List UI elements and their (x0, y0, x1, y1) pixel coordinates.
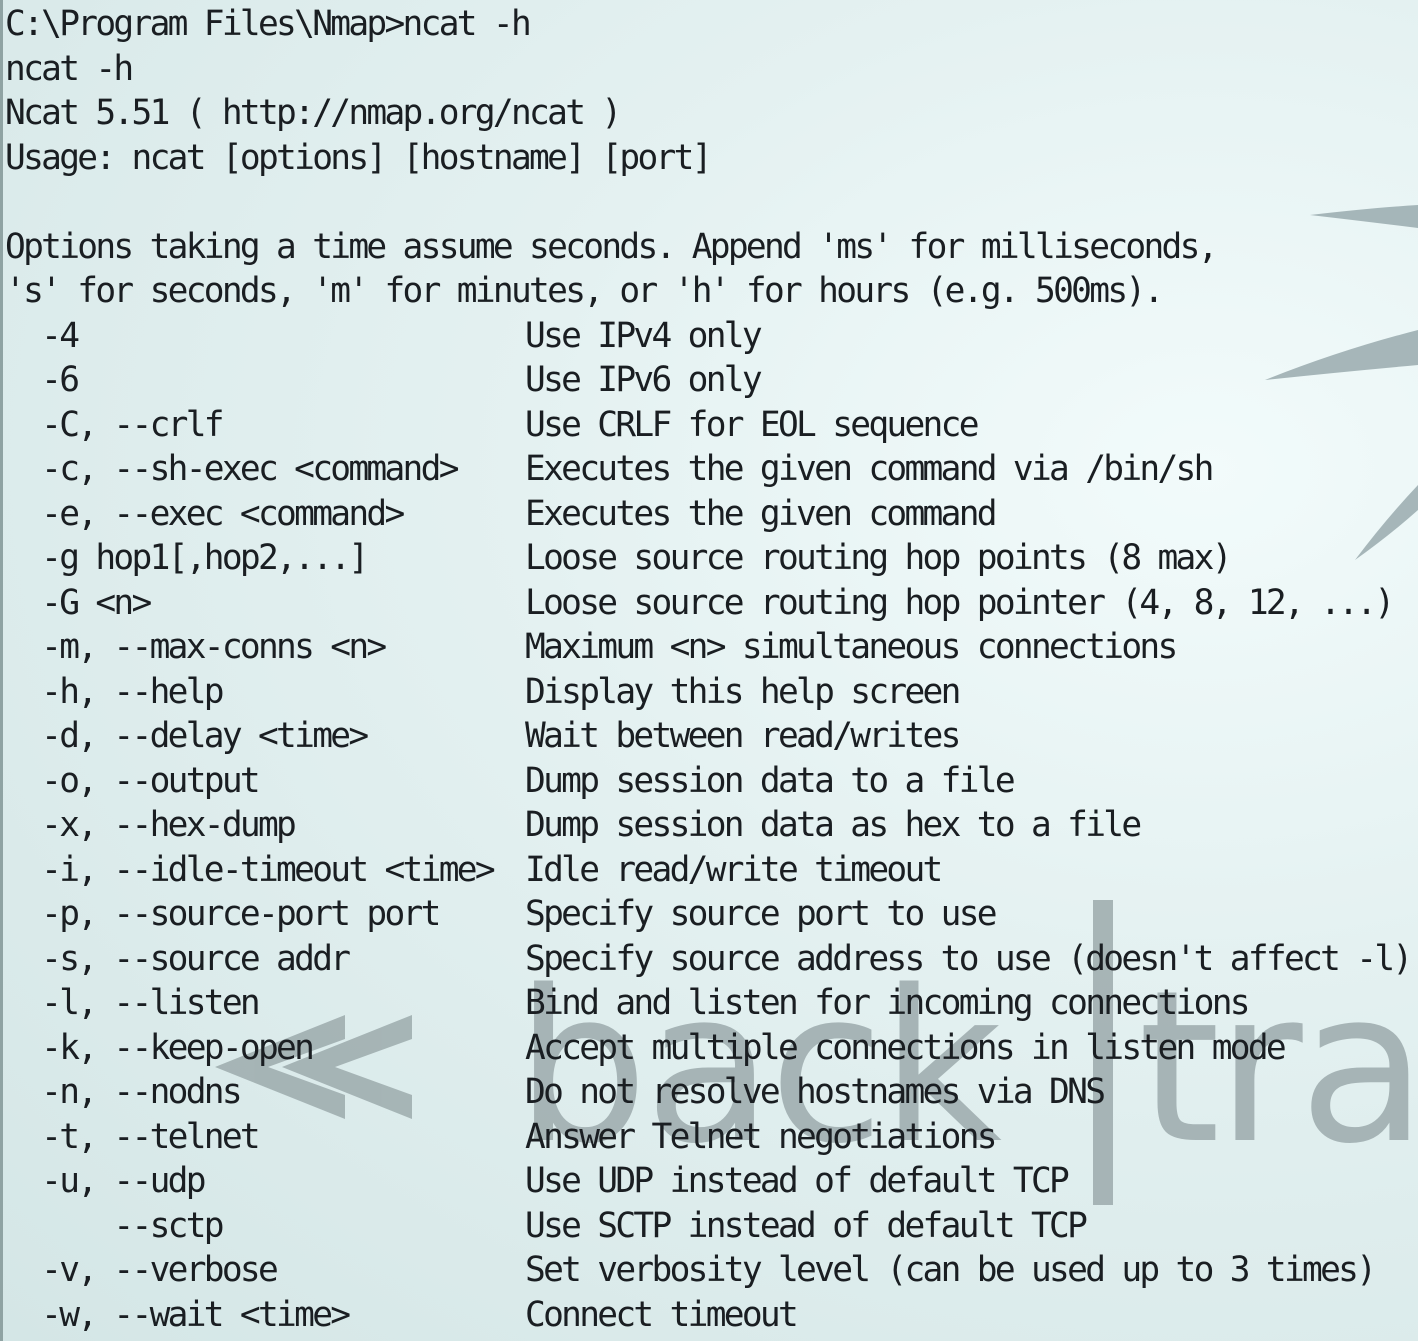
option-description: Specify source port to use (525, 894, 998, 934)
option-row-nodns: -n, --nodns Do not resolve hostnames via… (5, 1070, 1415, 1115)
option-description: Dump session data to a file (525, 760, 1016, 801)
option-row-telnet: -t, --telnet Answer Telnet negotiations (5, 1115, 1415, 1160)
option-description: Maximum <n> simultaneous connections (525, 627, 1178, 667)
option-row-sh-exec: -c, --sh-exec <command> Executes the giv… (5, 447, 1415, 492)
echoed-command-line: ncat -h (5, 48, 134, 89)
option-description: Use IPv4 only (525, 315, 763, 356)
option-row-ipv4: -4 Use IPv4 only (5, 314, 1415, 359)
option-row-listen: -l, --listen Bind and listen for incomin… (5, 981, 1415, 1026)
option-description: Executes the given command (525, 493, 998, 534)
option-row-ipv6: -6 Use IPv6 only (5, 358, 1415, 403)
option-flag: -l, --listen (5, 983, 261, 1023)
option-description: Bind and listen for incoming connections (525, 983, 1251, 1023)
option-flag: -G <n> (5, 582, 152, 623)
option-description: Accept multiple connections in listen mo… (525, 1027, 1287, 1068)
option-flag: -x, --hex-dump (5, 805, 297, 845)
option-flag: -w, --wait <time> (5, 1294, 351, 1335)
option-description: Use CRLF for EOL sequence (525, 404, 979, 445)
option-row-wait: -w, --wait <time> Connect timeout (5, 1293, 1415, 1338)
option-description: Idle read/write timeout (525, 849, 943, 890)
option-flag: -4 (5, 315, 80, 356)
option-description: Use SCTP instead of default TCP (525, 1205, 1088, 1246)
option-description: Loose source routing hop pointer (4, 8, … (525, 582, 1395, 623)
option-row-crlf: -C, --crlf Use CRLF for EOL sequence (5, 403, 1415, 448)
option-row-exec: -e, --exec <command> Executes the given … (5, 492, 1415, 537)
option-flag: -u, --udp (5, 1161, 206, 1201)
option-row-sctp: --sctp Use SCTP instead of default TCP (5, 1204, 1415, 1249)
option-description: Wait between read/writes (525, 716, 961, 756)
option-row-hex-dump: -x, --hex-dump Dump session data as hex … (5, 803, 1415, 848)
option-row-keep-open: -k, --keep-open Accept multiple connecti… (5, 1026, 1415, 1071)
terminal-output[interactable]: C:\Program Files\Nmap>ncat -h ncat -h Nc… (5, 2, 1415, 1338)
option-description: Loose source routing hop points (8 max) (525, 538, 1232, 578)
option-row-source-port: -p, --source-port port Specify source po… (5, 892, 1415, 937)
option-flag: -o, --output (5, 760, 261, 801)
option-row-source-addr: -s, --source addr Specify source address… (5, 937, 1415, 982)
desktop-background: back track C:\Program Files\Nmap>ncat -h… (0, 0, 1418, 1341)
window-left-border (0, 0, 3, 1341)
option-description: Executes the given command via /bin/sh (525, 449, 1214, 489)
option-flag: -C, --crlf (5, 404, 224, 445)
option-row-idle-timeout: -i, --idle-timeout <time> Idle read/writ… (5, 848, 1415, 893)
option-row-udp: -u, --udp Use UDP instead of default TCP (5, 1159, 1415, 1204)
option-flag: -6 (5, 360, 80, 400)
option-description: Answer Telnet negotiations (525, 1116, 998, 1157)
option-row-max-conns: -m, --max-conns <n> Maximum <n> simultan… (5, 625, 1415, 670)
option-flag: -t, --telnet (5, 1116, 261, 1157)
option-description: Dump session data as hex to a file (525, 805, 1142, 845)
option-flag: -e, --exec <command> (5, 493, 405, 534)
options-note-line-1: Options taking a time assume seconds. Ap… (5, 226, 1218, 267)
prompt-command-line: C:\Program Files\Nmap>ncat -h (5, 4, 532, 44)
option-description: Do not resolve hostnames via DNS (525, 1072, 1106, 1112)
option-flag: -i, --idle-timeout <time> (5, 849, 495, 890)
option-description: Set verbosity level (can be used up to 3… (525, 1250, 1377, 1290)
option-description: Specify source address to use (doesn't a… (525, 938, 1413, 979)
option-flag: -v, --verbose (5, 1250, 279, 1290)
option-flag: -s, --source addr (5, 938, 351, 979)
option-row-verbose: -v, --verbose Set verbosity level (can b… (5, 1248, 1415, 1293)
option-description: Display this help screen (525, 671, 961, 712)
option-flag: -k, --keep-open (5, 1027, 315, 1068)
option-flag: -d, --delay <time> (5, 716, 369, 756)
option-row-help: -h, --help Display this help screen (5, 670, 1415, 715)
option-description: Connect timeout (525, 1294, 799, 1335)
option-flag: --sctp (5, 1205, 224, 1246)
options-note-line-2: 's' for seconds, 'm' for minutes, or 'h'… (5, 271, 1164, 311)
option-description: Use UDP instead of default TCP (525, 1161, 1070, 1201)
option-flag: -c, --sh-exec <command> (5, 449, 459, 489)
option-description: Use IPv6 only (525, 360, 763, 400)
version-line: Ncat 5.51 ( http://nmap.org/ncat ) (5, 93, 622, 133)
option-flag: -h, --help (5, 671, 224, 712)
option-flag: -g hop1[,hop2,...] (5, 538, 369, 578)
option-flag: -m, --max-conns <n> (5, 627, 387, 667)
usage-line: Usage: ncat [options] [hostname] [port] (5, 137, 712, 178)
option-row-hop-points: -g hop1[,hop2,...] Loose source routing … (5, 536, 1415, 581)
option-row-output: -o, --output Dump session data to a file (5, 759, 1415, 804)
option-row-hop-pointer: -G <n> Loose source routing hop pointer … (5, 581, 1415, 626)
option-row-delay: -d, --delay <time> Wait between read/wri… (5, 714, 1415, 759)
option-flag: -p, --source-port port (5, 894, 441, 934)
option-flag: -n, --nodns (5, 1072, 242, 1112)
